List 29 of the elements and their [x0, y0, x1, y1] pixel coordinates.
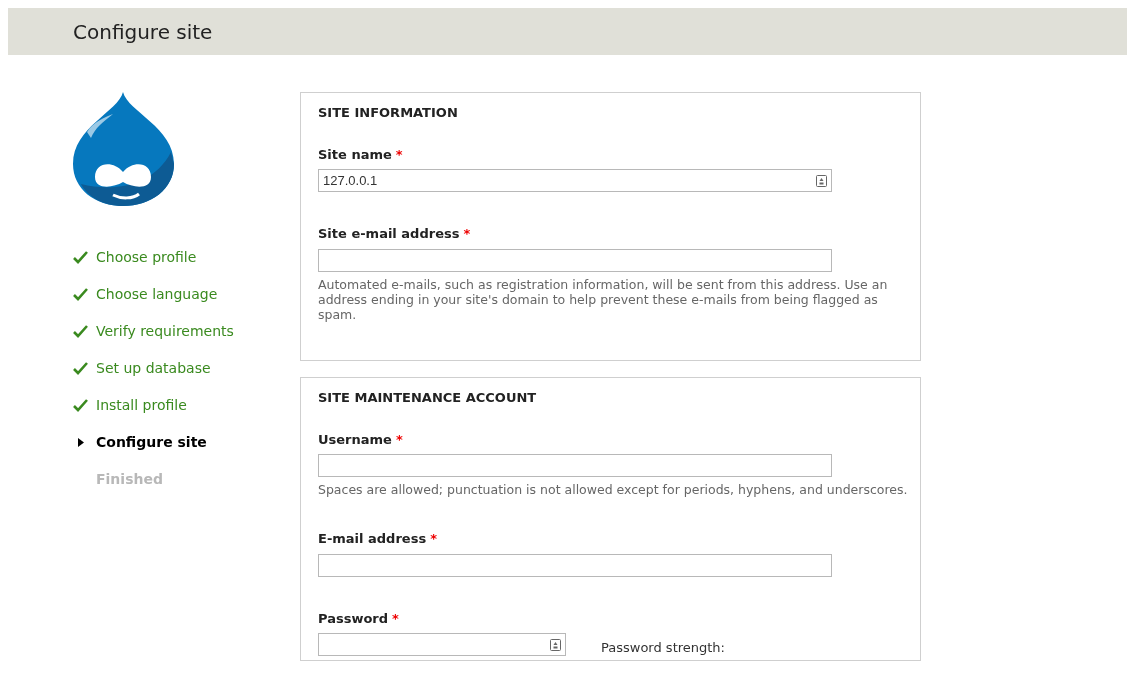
fieldset-legend: SITE INFORMATION: [318, 103, 903, 123]
required-mark: *: [395, 145, 403, 164]
input-value: 127.0.0.1: [323, 171, 378, 190]
input-field[interactable]: [318, 248, 832, 272]
input-field[interactable]: [318, 454, 832, 477]
step-label: Choose language: [96, 285, 218, 304]
field-label: Site name: [318, 145, 392, 164]
field-label: E-mail address: [318, 530, 427, 548]
field-label: Password: [318, 609, 389, 628]
page-title: Configure site: [73, 18, 213, 46]
step-label: Verify requirements: [96, 322, 234, 341]
fieldset-legend: SITE MAINTENANCE ACCOUNT: [318, 388, 903, 408]
step-label: Set up database: [96, 359, 211, 378]
required-mark: *: [463, 225, 471, 243]
field-label: Site e-mail address: [318, 225, 460, 243]
required-mark: *: [430, 530, 437, 548]
input-field[interactable]: [318, 553, 832, 577]
input-field[interactable]: 127.0.0.1: [318, 169, 832, 192]
field-description: Automated e-mails, such as registration information, will be sent from this address. Use an address ending in your site's domain to help prevent these e-mails from being flagged as spam.: [318, 276, 889, 322]
step-label: Finished: [96, 470, 163, 489]
step-label: Install profile: [96, 396, 187, 415]
field-label: Username: [318, 430, 392, 449]
required-mark: *: [395, 430, 403, 449]
required-mark: *: [392, 609, 399, 628]
strength-label: Password strength:: [601, 639, 725, 657]
step-label: Choose profile: [96, 248, 197, 267]
field-description: Spaces are allowed; punctuation is not allowed except for periods, hyphens, and underscores.: [318, 482, 908, 497]
input-field[interactable]: [318, 633, 566, 656]
step-label: Configure site: [96, 433, 207, 452]
